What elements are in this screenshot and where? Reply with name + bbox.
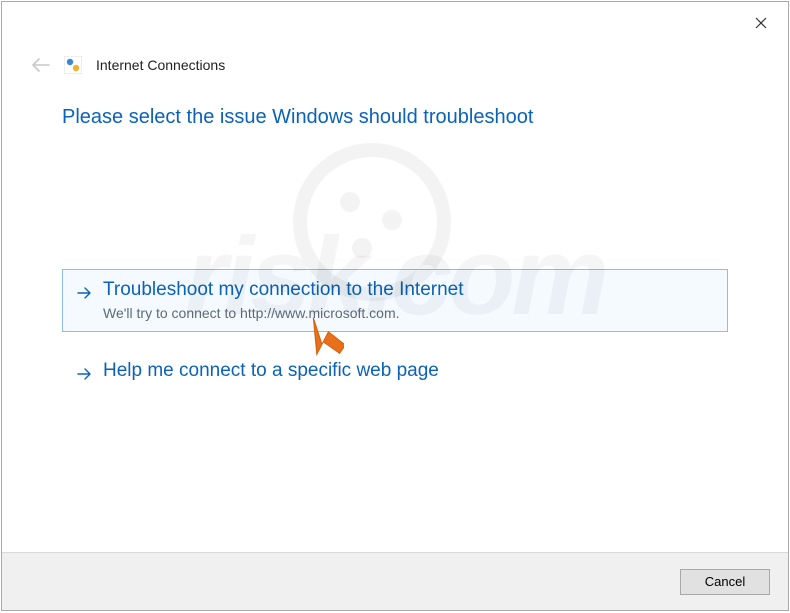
option-specific-webpage[interactable]: Help me connect to a specific web page <box>62 350 728 396</box>
app-title: Internet Connections <box>96 57 225 73</box>
arrow-right-icon <box>75 359 93 385</box>
footer: Cancel <box>2 552 788 610</box>
troubleshooter-window: Internet Connections Please select the i… <box>1 1 789 611</box>
back-button[interactable] <box>32 56 50 74</box>
close-button[interactable] <box>742 8 780 38</box>
option-troubleshoot-internet[interactable]: Troubleshoot my connection to the Intern… <box>62 269 728 332</box>
option-title: Help me connect to a specific web page <box>103 359 439 384</box>
content-area: Please select the issue Windows should t… <box>2 82 788 396</box>
header-row: Internet Connections <box>2 44 788 82</box>
option-desc: We'll try to connect to http://www.micro… <box>103 305 464 321</box>
titlebar <box>2 2 788 44</box>
close-icon <box>755 17 767 29</box>
cancel-button[interactable]: Cancel <box>680 569 770 595</box>
app-icon <box>64 56 82 74</box>
arrow-right-icon <box>75 278 93 304</box>
option-title: Troubleshoot my connection to the Intern… <box>103 278 464 303</box>
option-body: Help me connect to a specific web page <box>103 359 439 385</box>
option-body: Troubleshoot my connection to the Intern… <box>103 278 464 321</box>
back-arrow-icon <box>32 58 50 72</box>
page-heading: Please select the issue Windows should t… <box>62 106 728 129</box>
